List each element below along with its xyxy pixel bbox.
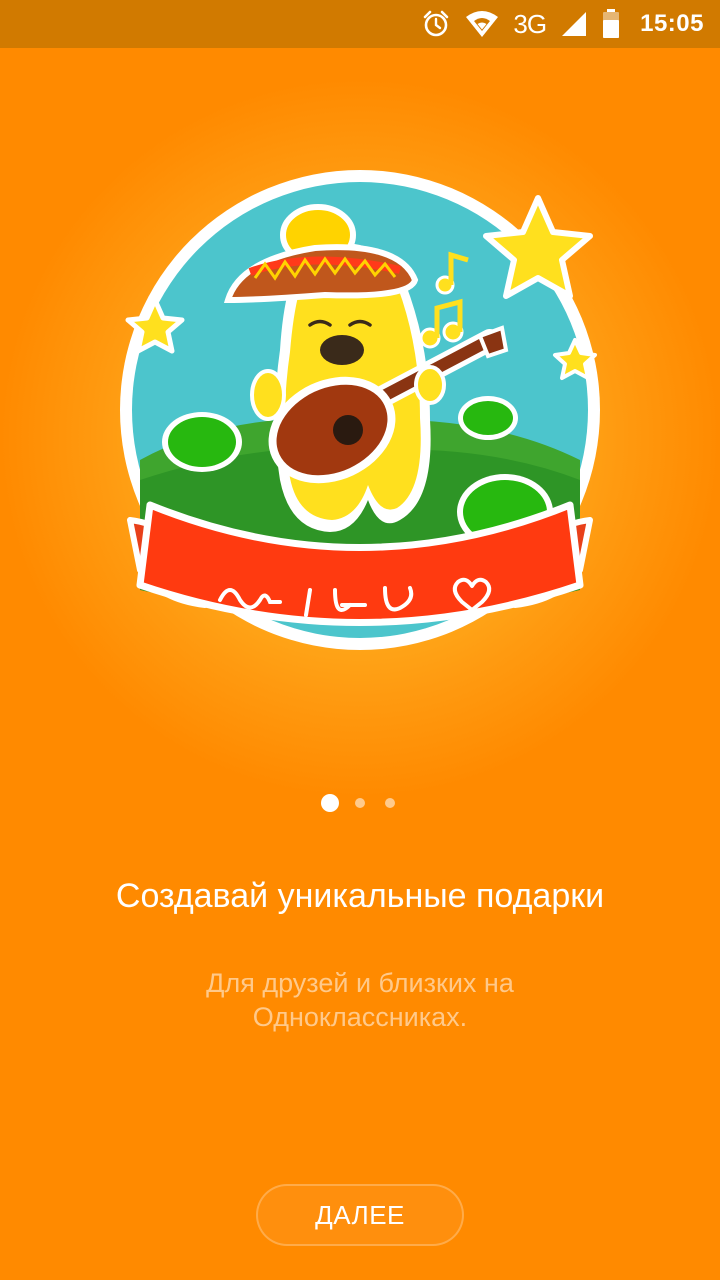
- status-time: 15:05: [640, 10, 704, 37]
- signal-icon: [562, 12, 587, 36]
- wifi-icon: [466, 11, 499, 37]
- page-dot-active: [321, 794, 339, 812]
- bush-right-small: [458, 396, 518, 440]
- alarm-icon: [424, 10, 449, 37]
- status-bar: 3G 15:05: [0, 0, 720, 48]
- page-dot: [385, 798, 395, 808]
- onboarding-title: Создавай уникальные подарки: [115, 877, 605, 915]
- page-dot: [355, 798, 365, 808]
- gift-sticker-illustration: [120, 170, 600, 650]
- onboarding-subtitle: Для друзей и близких на Одноклассниках.: [206, 968, 514, 1032]
- battery-icon: [603, 9, 620, 38]
- next-button[interactable]: ДАЛЕЕ: [256, 1184, 464, 1246]
- network-type-label: 3G: [513, 8, 547, 39]
- bush-left: [162, 412, 242, 472]
- page-indicator: [0, 793, 720, 813]
